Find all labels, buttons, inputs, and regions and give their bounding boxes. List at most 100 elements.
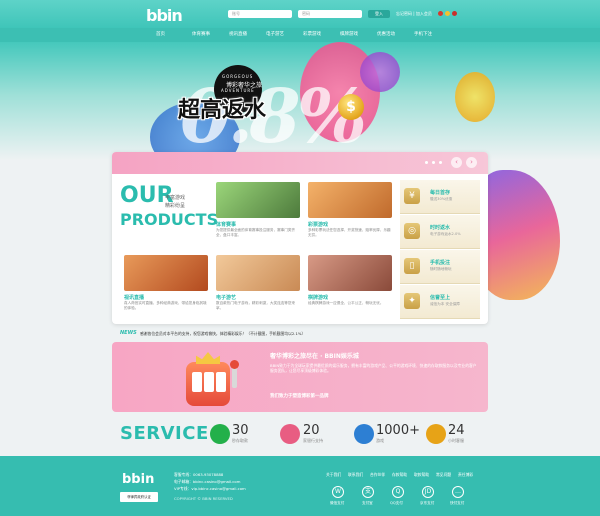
product-card-lottery[interactable]: 彩票游戏 多种彩票玩法任您选择，开奖快速，赔率优厚，乐趣无穷。 bbox=[308, 182, 392, 252]
product-title[interactable]: 体育赛事 bbox=[216, 221, 236, 228]
pay-label: 京东支付 bbox=[420, 501, 435, 505]
footer-link-faq[interactable]: 常见问题 bbox=[436, 472, 451, 478]
product-desc: 多种彩票玩法任您选择，开奖快速，赔率优厚，乐趣无穷。 bbox=[308, 228, 391, 237]
nav-slots[interactable]: 电子游艺 bbox=[266, 31, 284, 39]
carousel-dot[interactable] bbox=[439, 161, 442, 164]
product-card-live[interactable]: 视讯直播 真人荷官实时直播，多种经典游戏，带给您身临其境的体验。 bbox=[124, 255, 208, 325]
clock-icon bbox=[210, 424, 230, 444]
qq-pay-icon[interactable]: Q bbox=[392, 486, 404, 498]
coin-icon: $ bbox=[338, 94, 364, 120]
certification-badge: 菲律宾政府认证 bbox=[120, 492, 158, 502]
prev-arrow-icon[interactable]: ‹ bbox=[451, 157, 462, 168]
product-title[interactable]: 彩票游戏 bbox=[308, 221, 328, 228]
footer-link-about[interactable]: 关于我们 bbox=[326, 472, 341, 478]
news-label: NEWS bbox=[120, 330, 137, 336]
nav-live[interactable]: 视讯直播 bbox=[229, 31, 247, 39]
banner-title: 奢华博彩之旅尽在 · BBIN娱乐城 bbox=[270, 353, 359, 360]
piggy-bank-icon: ¥ bbox=[404, 188, 420, 204]
product-card-cards[interactable]: 棋牌游戏 经典棋牌游戏一应俱全，公平公正，畅玩无忧。 bbox=[308, 255, 392, 325]
products-subtitle-1: 丰富游戏 bbox=[165, 195, 186, 201]
promo-trust[interactable]: ✦ 信誉至上 诚信为本 安全保障 bbox=[400, 285, 480, 319]
username-input[interactable]: 账号 bbox=[228, 10, 292, 18]
coins-icon: ◎ bbox=[404, 223, 420, 239]
product-title[interactable]: 视讯直播 bbox=[124, 294, 144, 301]
promo-desc: 赠送30%优惠 bbox=[430, 197, 453, 201]
banner-slogan: 我们致力于塑造博彩第一品牌 bbox=[270, 394, 329, 399]
footer-hotline: 客服专线：0063-93078888 bbox=[174, 472, 224, 477]
nav-sports[interactable]: 体育赛事 bbox=[192, 31, 210, 39]
promo-daily-deposit[interactable]: ¥ 每日首存 赠送30%优惠 bbox=[400, 180, 480, 214]
promo-mobile[interactable]: ▯ 手机投注 随时随地畅玩 bbox=[400, 250, 480, 284]
footer-link-deposit-help[interactable]: 存款帮助 bbox=[392, 472, 407, 478]
hero-banner: 0.8% GORGEOUS 博彩奢华之旅 ADVENTURE 超高返水 $ bbox=[0, 42, 600, 160]
footer-copyright: COPYRIGHT © BBIN RESERVED bbox=[174, 496, 233, 501]
headset-icon bbox=[426, 424, 446, 444]
jd-pay-icon[interactable]: JD bbox=[422, 486, 434, 498]
nav-cards[interactable]: 棋牌游戏 bbox=[340, 31, 358, 39]
service-stat-label: 游戏 bbox=[376, 438, 384, 443]
product-image[interactable] bbox=[308, 255, 392, 291]
handshake-icon: ✦ bbox=[404, 293, 420, 309]
products-subtitle-2: 精彩纷呈 bbox=[165, 203, 186, 209]
nav-promotions[interactable]: 优惠活动 bbox=[377, 31, 395, 39]
banner-body: BBIN致力于为全球玩家提供最优质的娱乐服务，拥有丰富的游戏产品、公平的游戏环境… bbox=[270, 363, 477, 374]
nav-lottery[interactable]: 彩票游戏 bbox=[303, 31, 321, 39]
service-stat-num: 20 bbox=[303, 423, 320, 438]
carousel-dot[interactable] bbox=[425, 161, 428, 164]
promo-desc: 电子游戏返水2.0% bbox=[430, 232, 461, 236]
product-image[interactable] bbox=[308, 182, 392, 218]
nav-home[interactable]: 首页 bbox=[156, 31, 165, 39]
top-links[interactable]: 忘记密码 | 加入会员 bbox=[396, 11, 432, 17]
service-stat-num: 24 bbox=[448, 423, 465, 438]
footer-logo: bbin bbox=[122, 472, 155, 487]
splash-purple bbox=[360, 52, 400, 92]
product-desc: 经典棋牌游戏一应俱全，公平公正，畅玩无忧。 bbox=[308, 301, 384, 305]
news-ticker[interactable]: 感谢各位会员对本平台的支持，祝您游戏愉快，体验精彩娱乐！（不计截图，手机截图均以… bbox=[140, 331, 305, 337]
splash-yellow bbox=[455, 72, 495, 122]
product-card-sports[interactable]: 体育赛事 为您提供最全面的体育赛事投注服务，赛事门类齐全，盘口丰富。 bbox=[216, 182, 300, 252]
fast-pay-icon[interactable]: … bbox=[452, 486, 464, 498]
footer-link-responsible[interactable]: 责任博彩 bbox=[458, 472, 473, 478]
footer-email[interactable]: 电子邮箱：bbinc.casino@gmail.com bbox=[174, 479, 240, 485]
promo-desc: 随时随地畅玩 bbox=[430, 267, 452, 271]
product-image[interactable] bbox=[216, 255, 300, 291]
product-card-slots[interactable]: 电子游艺 数百款热门电子游戏，精彩刺激，大奖连连等您来拿。 bbox=[216, 255, 300, 325]
site-logo[interactable]: bbin bbox=[146, 6, 183, 25]
footer-link-contact[interactable]: 联系我们 bbox=[348, 472, 363, 478]
flag-tw-icon[interactable] bbox=[452, 11, 457, 16]
pay-label: 微信支付 bbox=[330, 501, 345, 505]
footer-link-partners[interactable]: 合作伙伴 bbox=[370, 472, 385, 478]
promo-rebate[interactable]: ◎ 时时返水 电子游戏返水2.0% bbox=[400, 215, 480, 249]
password-input[interactable]: 密码 bbox=[298, 10, 362, 18]
bank-card-icon bbox=[280, 424, 300, 444]
promo-title: 时时返水 bbox=[430, 225, 451, 231]
next-arrow-icon[interactable]: › bbox=[466, 157, 477, 168]
product-title[interactable]: 电子游艺 bbox=[216, 294, 236, 301]
login-button[interactable]: 登入 bbox=[368, 10, 390, 18]
promo-title: 手机投注 bbox=[430, 260, 451, 266]
product-title[interactable]: 棋牌游戏 bbox=[308, 294, 328, 301]
flag-cn-icon[interactable] bbox=[438, 11, 443, 16]
flag-hk-icon[interactable] bbox=[445, 11, 450, 16]
product-image[interactable] bbox=[216, 182, 300, 218]
gamepad-icon bbox=[354, 424, 374, 444]
pay-label: QQ支付 bbox=[390, 501, 403, 505]
service-stat-label: 小时客服 bbox=[448, 438, 464, 443]
wechat-pay-icon[interactable]: W bbox=[332, 486, 344, 498]
product-desc: 真人荷官实时直播，多种经典游戏，带给您身临其境的体验。 bbox=[124, 301, 207, 310]
pay-label: 支付宝 bbox=[362, 501, 373, 505]
slot-machine-icon bbox=[176, 348, 246, 412]
service-stat-label: 家银行支持 bbox=[303, 438, 323, 443]
service-stat-num: 1000+ bbox=[376, 423, 420, 438]
nav-mobile[interactable]: 手机下注 bbox=[414, 31, 432, 39]
promo-title: 每日首存 bbox=[430, 190, 451, 196]
product-image[interactable] bbox=[124, 255, 208, 291]
carousel-dot[interactable] bbox=[432, 161, 435, 164]
footer-link-withdraw-help[interactable]: 取款帮助 bbox=[414, 472, 429, 478]
site-header: bbin 账号 密码 登入 忘记密码 | 加入会员 bbox=[0, 0, 600, 28]
site-footer bbox=[0, 456, 600, 516]
footer-vip-email[interactable]: VIP专线：vip.bbinc.casino@gmail.com bbox=[174, 486, 246, 492]
service-title: SERVICE bbox=[120, 423, 209, 444]
hero-title: 超高返水 bbox=[178, 98, 267, 123]
alipay-icon[interactable]: 支 bbox=[362, 486, 374, 498]
